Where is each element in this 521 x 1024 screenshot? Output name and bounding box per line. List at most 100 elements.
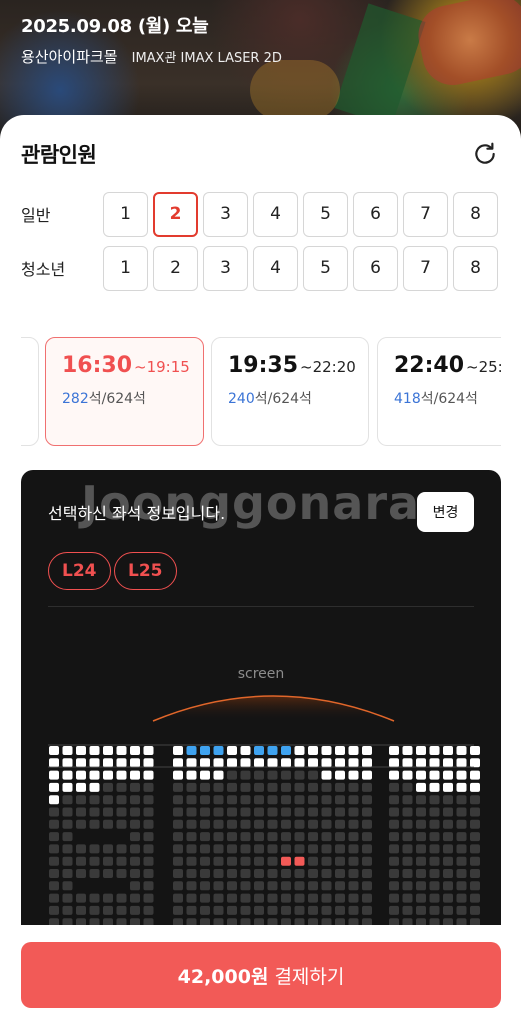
seat[interactable] <box>200 869 210 878</box>
seat[interactable] <box>173 819 183 829</box>
seat[interactable] <box>308 832 318 842</box>
seat[interactable] <box>281 746 291 755</box>
seat[interactable] <box>470 795 480 805</box>
seat[interactable] <box>267 893 278 903</box>
seat[interactable] <box>116 746 127 755</box>
seat[interactable] <box>49 844 59 854</box>
count-option[interactable]: 5 <box>303 245 348 291</box>
seat[interactable] <box>443 807 453 817</box>
seat[interactable] <box>240 832 251 842</box>
seat[interactable] <box>116 795 127 805</box>
seat[interactable] <box>456 746 467 755</box>
seat[interactable] <box>456 893 467 903</box>
seat[interactable] <box>62 819 73 829</box>
seat[interactable] <box>321 881 332 891</box>
seat[interactable] <box>429 758 440 768</box>
seat[interactable] <box>49 856 59 866</box>
seat[interactable] <box>227 758 237 768</box>
seat[interactable] <box>130 832 140 842</box>
seat[interactable] <box>335 869 345 878</box>
seat[interactable] <box>335 844 345 854</box>
seat[interactable] <box>267 832 278 842</box>
seat[interactable] <box>362 758 372 768</box>
seat[interactable] <box>416 770 426 780</box>
seat[interactable] <box>335 807 345 817</box>
seat[interactable] <box>348 770 359 780</box>
seat[interactable] <box>429 746 440 755</box>
seat[interactable] <box>308 893 318 903</box>
seat[interactable] <box>213 795 224 805</box>
seat[interactable] <box>348 795 359 805</box>
seat[interactable] <box>294 869 305 878</box>
seat[interactable] <box>470 819 480 829</box>
seat[interactable] <box>130 881 140 891</box>
seat[interactable] <box>267 819 278 829</box>
seat[interactable] <box>443 795 453 805</box>
seat[interactable] <box>389 819 399 829</box>
seat[interactable] <box>143 758 154 768</box>
seat[interactable] <box>429 819 440 829</box>
seat[interactable] <box>348 782 359 792</box>
seat[interactable] <box>76 844 86 854</box>
seat[interactable] <box>76 856 86 866</box>
seat[interactable] <box>362 869 372 878</box>
seat[interactable] <box>89 770 100 780</box>
seat[interactable] <box>200 807 210 817</box>
seat[interactable] <box>281 782 291 792</box>
count-option[interactable]: 5 <box>303 191 348 237</box>
seat[interactable] <box>130 782 140 792</box>
seat[interactable] <box>335 881 345 891</box>
seat[interactable] <box>416 819 426 829</box>
seat[interactable] <box>402 770 413 780</box>
seat[interactable] <box>130 807 140 817</box>
seat[interactable] <box>49 819 59 829</box>
count-option[interactable]: 2 <box>153 245 198 291</box>
seat[interactable] <box>470 869 480 878</box>
seat[interactable] <box>89 893 100 903</box>
seat[interactable] <box>227 832 237 842</box>
seat[interactable] <box>335 856 345 866</box>
seat[interactable] <box>429 832 440 842</box>
seat[interactable] <box>348 758 359 768</box>
seat[interactable] <box>200 844 210 854</box>
seat[interactable] <box>443 844 453 854</box>
seat[interactable] <box>143 844 154 854</box>
seat[interactable] <box>308 746 318 755</box>
seat[interactable] <box>416 795 426 805</box>
seat[interactable] <box>76 782 86 792</box>
seat[interactable] <box>200 905 210 915</box>
seat[interactable] <box>443 758 453 768</box>
seat[interactable] <box>348 893 359 903</box>
seat[interactable] <box>456 770 467 780</box>
seat[interactable] <box>389 746 399 755</box>
seat[interactable] <box>62 893 73 903</box>
seat[interactable] <box>308 905 318 915</box>
seat[interactable] <box>443 819 453 829</box>
seat[interactable] <box>186 795 197 805</box>
seat[interactable] <box>89 758 100 768</box>
showtime-card[interactable]: 22:40 ~25:2 418석/624석 <box>377 337 501 446</box>
seat[interactable] <box>116 869 127 878</box>
seat[interactable] <box>321 869 332 878</box>
seat[interactable] <box>308 856 318 866</box>
seat[interactable] <box>227 795 237 805</box>
seat[interactable] <box>240 807 251 817</box>
seat[interactable] <box>321 856 332 866</box>
seat[interactable] <box>389 844 399 854</box>
seat[interactable] <box>254 905 264 915</box>
seat[interactable] <box>402 869 413 878</box>
seat[interactable] <box>267 844 278 854</box>
seat[interactable] <box>416 893 426 903</box>
seat[interactable] <box>429 844 440 854</box>
count-option[interactable]: 6 <box>353 191 398 237</box>
seat[interactable] <box>254 819 264 829</box>
seat[interactable] <box>213 782 224 792</box>
seat[interactable] <box>389 869 399 878</box>
change-seat-button[interactable]: 변경 <box>417 492 474 532</box>
seat[interactable] <box>186 893 197 903</box>
seat[interactable] <box>240 819 251 829</box>
seat[interactable] <box>335 819 345 829</box>
seat[interactable] <box>456 819 467 829</box>
seat[interactable] <box>213 832 224 842</box>
seat[interactable] <box>62 746 73 755</box>
